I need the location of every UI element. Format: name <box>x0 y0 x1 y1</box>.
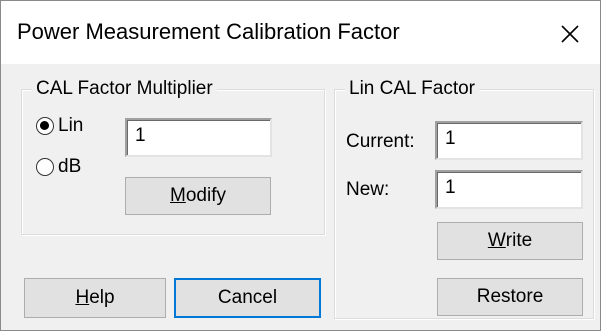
db-radio-label[interactable]: dB <box>58 156 81 178</box>
cancel-label: Cancel <box>217 287 278 308</box>
multiplier-value-input[interactable]: 1 <box>125 118 272 157</box>
dialog-window: Power Measurement Calibration Factor CAL… <box>0 0 601 331</box>
lin-radio-label[interactable]: Lin <box>58 115 83 137</box>
close-button[interactable] <box>553 17 587 51</box>
write-mnemonic: W <box>487 230 506 251</box>
dialog-client-area: CAL Factor Multiplier Lin dB 1 Modify Li… <box>1 64 600 330</box>
help-mnemonic: H <box>75 287 90 308</box>
current-label: Current: <box>346 131 415 152</box>
close-icon <box>561 25 579 43</box>
modify-label-rest: odify <box>185 185 226 206</box>
current-value-field[interactable]: 1 <box>435 121 583 160</box>
help-label-rest: elp <box>89 287 115 308</box>
new-value-input[interactable]: 1 <box>435 170 583 209</box>
title-bar: Power Measurement Calibration Factor <box>1 1 600 64</box>
dialog-title: Power Measurement Calibration Factor <box>17 19 400 44</box>
cancel-button[interactable]: Cancel <box>174 278 321 318</box>
lin-radio[interactable] <box>36 117 54 135</box>
write-label-rest: rite <box>505 230 533 251</box>
lin-cal-factor-title: Lin CAL Factor <box>345 77 480 101</box>
modify-button[interactable]: Modify <box>125 177 271 215</box>
restore-label: Restore <box>476 286 544 307</box>
restore-button[interactable]: Restore <box>437 278 583 316</box>
help-button[interactable]: Help <box>24 278 166 318</box>
db-radio[interactable] <box>36 158 54 176</box>
new-label: New: <box>346 179 390 200</box>
modify-mnemonic: M <box>170 185 186 206</box>
write-button[interactable]: Write <box>437 222 583 260</box>
cal-factor-multiplier-title: CAL Factor Multiplier <box>32 77 217 101</box>
